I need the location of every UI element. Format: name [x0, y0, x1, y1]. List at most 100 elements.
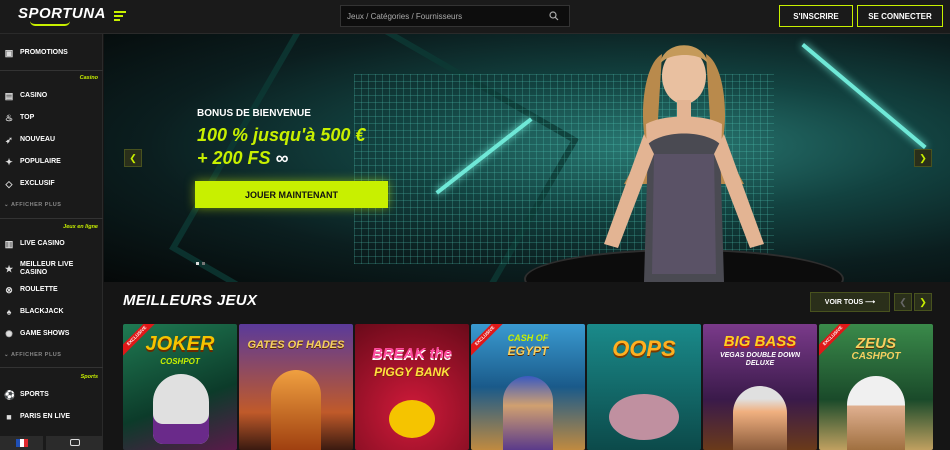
sidebar-item-promotions[interactable]: ▣ PROMOTIONS — [0, 43, 103, 63]
casino-icon: ▤ — [4, 91, 14, 101]
sidebar-item-casino[interactable]: ▤ CASINO — [0, 86, 103, 106]
game-title: GATES OF HADES — [247, 339, 345, 351]
show-more-casino[interactable]: ⌄ AFFICHER PLUS — [4, 202, 61, 208]
hero-subtitle: BONUS DE BIENVENUE — [197, 108, 311, 119]
divider — [0, 367, 103, 368]
hero-pagination — [196, 262, 205, 265]
top-bar: SPORTUNA S'INSCRIRE SE CONNECTER — [0, 0, 950, 34]
play-now-button[interactable]: JOUER MAINTENANT — [195, 181, 388, 208]
pagination-dot[interactable] — [196, 262, 199, 265]
sidebar-item-label: BLACKJACK — [20, 308, 64, 315]
sidebar-item-live-casino[interactable]: ▥ LIVE CASINO — [0, 234, 103, 254]
sidebar-item-label: LIVE CASINO — [20, 240, 65, 247]
game-title: OOPS — [612, 336, 676, 361]
sidebar-item-label: ROULETTE — [20, 286, 58, 293]
game-subtitle: PIGGY BANK — [374, 365, 450, 379]
diamond-icon: ◇ — [5, 179, 13, 189]
game-subtitle: CASHPOT — [851, 351, 901, 362]
hero-next-button[interactable]: ❯ — [914, 149, 932, 167]
sidebar-item-label: PROMOTIONS — [20, 49, 68, 56]
sidebar-item-live-betting[interactable]: ■ PARIS EN LIVE — [0, 407, 103, 427]
arrow-right-icon: ⟶ — [865, 299, 876, 306]
games-next-button[interactable]: ❯ — [914, 293, 932, 311]
wheel-icon: ✺ — [5, 329, 13, 339]
game-character — [609, 394, 679, 440]
search-icon[interactable] — [549, 11, 559, 21]
chat-button[interactable] — [46, 436, 103, 450]
sidebar-item-label: NOUVEAU — [20, 136, 56, 143]
sidebar-item-sports[interactable]: ⚽ SPORTS — [0, 385, 103, 405]
sidebar-item-label: CASINO — [20, 92, 48, 99]
section-casino: Casino — [79, 75, 98, 81]
game-character — [503, 376, 553, 450]
games-prev-button[interactable]: ❮ — [894, 293, 912, 311]
hero-banner: BONUS DE BIENVENUE 100 % jusqu'à 500 € +… — [104, 34, 950, 282]
game-card[interactable]: GATES OF HADES — [239, 324, 353, 450]
sidebar: ▣ PROMOTIONS Casino ▤ CASINO ♨ TOP ➶ NOU… — [0, 34, 103, 450]
logo[interactable]: SPORTUNA — [18, 5, 106, 22]
sidebar-item-roulette[interactable]: ⊗ ROULETTE — [0, 280, 103, 300]
hero-dealer-image — [604, 45, 764, 282]
sidebar-item-blackjack[interactable]: ♠ BLACKJACK — [0, 302, 103, 322]
sidebar-item-game-shows[interactable]: ✺ GAME SHOWS — [0, 324, 103, 344]
hero-percent: 100 % jusqu'à — [197, 125, 316, 145]
hero-amount: 500 € — [320, 125, 366, 145]
section-title-top-games: MEILLEURS JEUX — [123, 292, 258, 309]
sidebar-item-label: PARIS EN LIVE — [20, 413, 71, 420]
game-character — [389, 400, 435, 438]
sidebar-item-top[interactable]: ♨ TOP — [0, 108, 103, 128]
show-more-live[interactable]: ⌄ AFFICHER PLUS — [4, 352, 61, 358]
sidebar-item-exclusif[interactable]: ◇ EXCLUSIF — [0, 174, 103, 194]
search-input[interactable] — [347, 6, 537, 27]
rocket-icon: ➶ — [5, 135, 13, 145]
chevron-left-icon: ❮ — [129, 152, 137, 163]
view-all-label: VOIR TOUS — [824, 298, 864, 306]
game-subtitle: EGYPT — [507, 344, 549, 358]
chevron-right-icon: ❯ — [919, 296, 927, 307]
hero-infinity: ∞ — [275, 148, 289, 168]
menu-icon[interactable] — [114, 11, 126, 21]
show-more-label: AFFICHER PLUS — [10, 202, 62, 208]
roulette-icon: ⊗ — [5, 285, 13, 295]
sidebar-item-label: TOP — [20, 114, 35, 121]
sidebar-item-nouveau[interactable]: ➶ NOUVEAU — [0, 130, 103, 150]
game-card[interactable]: BREAK the PIGGY BANK — [355, 324, 469, 450]
hero-headline-2: + 200 FS ∞ — [197, 148, 288, 169]
game-card[interactable]: CASH OF EGYPT EXCLUSIVE — [471, 324, 585, 450]
chevron-left-icon: ❮ — [899, 296, 907, 307]
section-live: Jeux en ligne — [63, 224, 98, 230]
language-selector[interactable] — [0, 436, 43, 450]
sidebar-item-label: SPORTS — [20, 391, 49, 398]
sidebar-item-label: EXCLUSIF — [20, 180, 55, 187]
sidebar-item-label: MEILLEUR LIVE CASINO — [20, 261, 74, 276]
game-subtitle: COSHPOT — [160, 357, 200, 366]
hero-prev-button[interactable]: ❮ — [124, 149, 142, 167]
register-button[interactable]: S'INSCRIRE — [779, 5, 853, 27]
game-cards-row: JOKER COSHPOT EXCLUSIVE GATES OF HADES B… — [123, 324, 950, 450]
camera-icon: ■ — [6, 412, 12, 422]
game-character — [847, 376, 905, 450]
flag-icon — [15, 439, 28, 447]
show-more-label: AFFICHER PLUS — [10, 352, 62, 358]
game-card[interactable]: OOPS — [587, 324, 701, 450]
divider — [0, 218, 103, 219]
star-icon: ★ — [4, 264, 14, 274]
section-sports: Sports — [80, 374, 98, 380]
sidebar-item-label: POPULAIRE — [20, 158, 61, 165]
chevron-right-icon: ❯ — [919, 152, 927, 163]
game-title: BIG BASS — [723, 333, 797, 350]
sidebar-item-label: GAME SHOWS — [20, 330, 70, 337]
sparkle-icon: ✦ — [5, 157, 13, 167]
sidebar-item-populaire[interactable]: ✦ POPULAIRE — [0, 152, 103, 172]
login-button[interactable]: SE CONNECTER — [857, 5, 943, 27]
game-card[interactable]: ZEUS CASHPOT EXCLUSIVE — [819, 324, 933, 450]
pagination-dot[interactable] — [202, 262, 205, 265]
hero-free-spins: + 200 FS — [197, 148, 271, 168]
gift-icon: ▣ — [4, 48, 14, 58]
game-card[interactable]: BIG BASS VEGAS DOUBLE DOWN DELUXE — [703, 324, 817, 450]
logo-swoosh — [30, 21, 70, 26]
sidebar-item-best-live-casino[interactable]: ★ MEILLEUR LIVE CASINO — [0, 256, 103, 282]
game-card[interactable]: JOKER COSHPOT EXCLUSIVE — [123, 324, 237, 450]
view-all-button[interactable]: VOIR TOUS ⟶ — [810, 292, 890, 312]
decor-neon — [801, 43, 927, 149]
